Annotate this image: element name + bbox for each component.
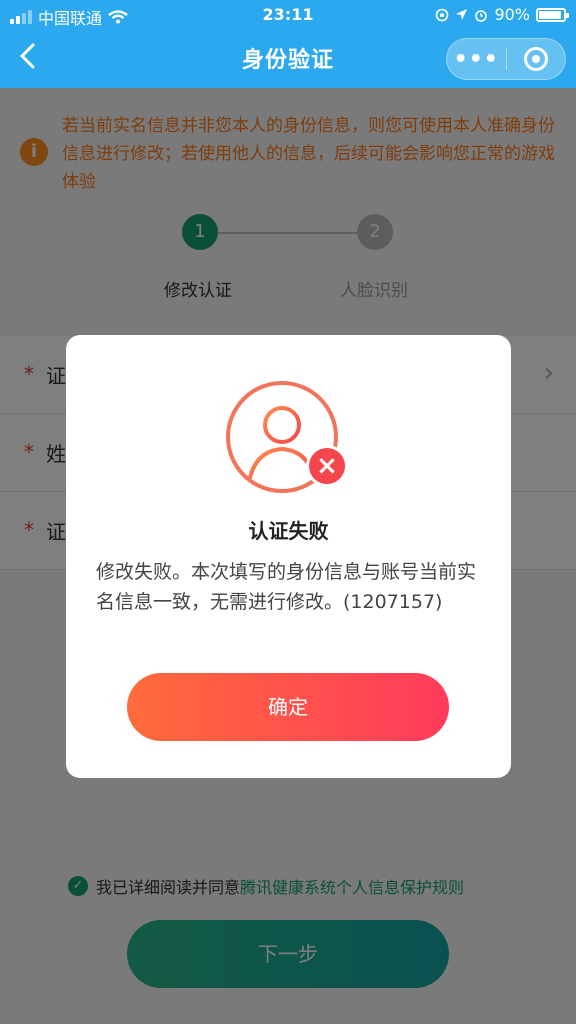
battery-icon: [536, 7, 569, 22]
dialog-title: 认证失败: [248, 519, 329, 543]
rotation-lock-icon: [436, 8, 449, 21]
status-bar: 中国联通 23:11 90%: [0, 0, 576, 30]
alarm-icon: [475, 9, 488, 22]
battery-percent: 90%: [494, 5, 530, 24]
dialog-message: 修改失败。本次填写的身份信息与账号当前实名信息一致，无需进行修改。(120715…: [96, 561, 477, 613]
error-dialog: × 认证失败 修改失败。本次填写的身份信息与账号当前实名信息一致，无需进行修改。…: [66, 335, 511, 778]
mini-program-capsule: •••: [446, 38, 566, 80]
nav-bar: 中国联通 23:11 90% 身份验证 •••: [0, 0, 576, 88]
more-icon[interactable]: •••: [447, 47, 506, 72]
error-x-icon: ×: [306, 445, 348, 487]
avatar-icon: ×: [226, 381, 348, 493]
close-mini-program-icon[interactable]: [506, 47, 565, 71]
location-icon: [456, 9, 468, 20]
confirm-button[interactable]: 确定: [127, 673, 449, 741]
